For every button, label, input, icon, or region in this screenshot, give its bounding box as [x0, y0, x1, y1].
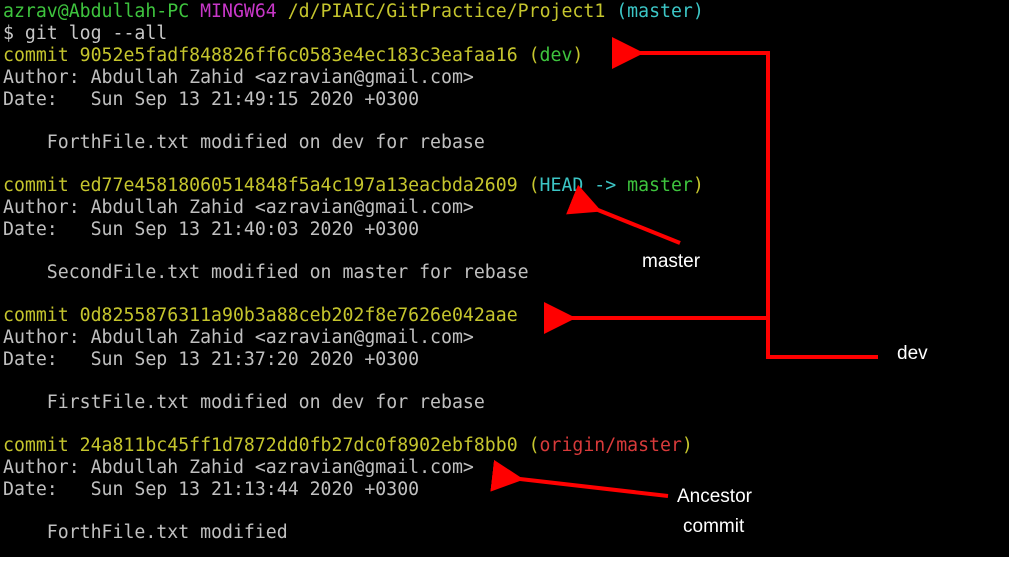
annotation-ancestor-label-2: commit — [683, 516, 745, 537]
annotation-overlay — [490, 37, 878, 498]
ancestor-arrow — [490, 459, 669, 498]
annotation-master-label: master — [642, 251, 701, 272]
annotation-ancestor-label-1: Ancestor — [677, 486, 752, 507]
master-arrow — [566, 184, 681, 245]
dev-bracket-line — [612, 37, 878, 359]
annotation-dev-label: dev — [897, 343, 928, 364]
